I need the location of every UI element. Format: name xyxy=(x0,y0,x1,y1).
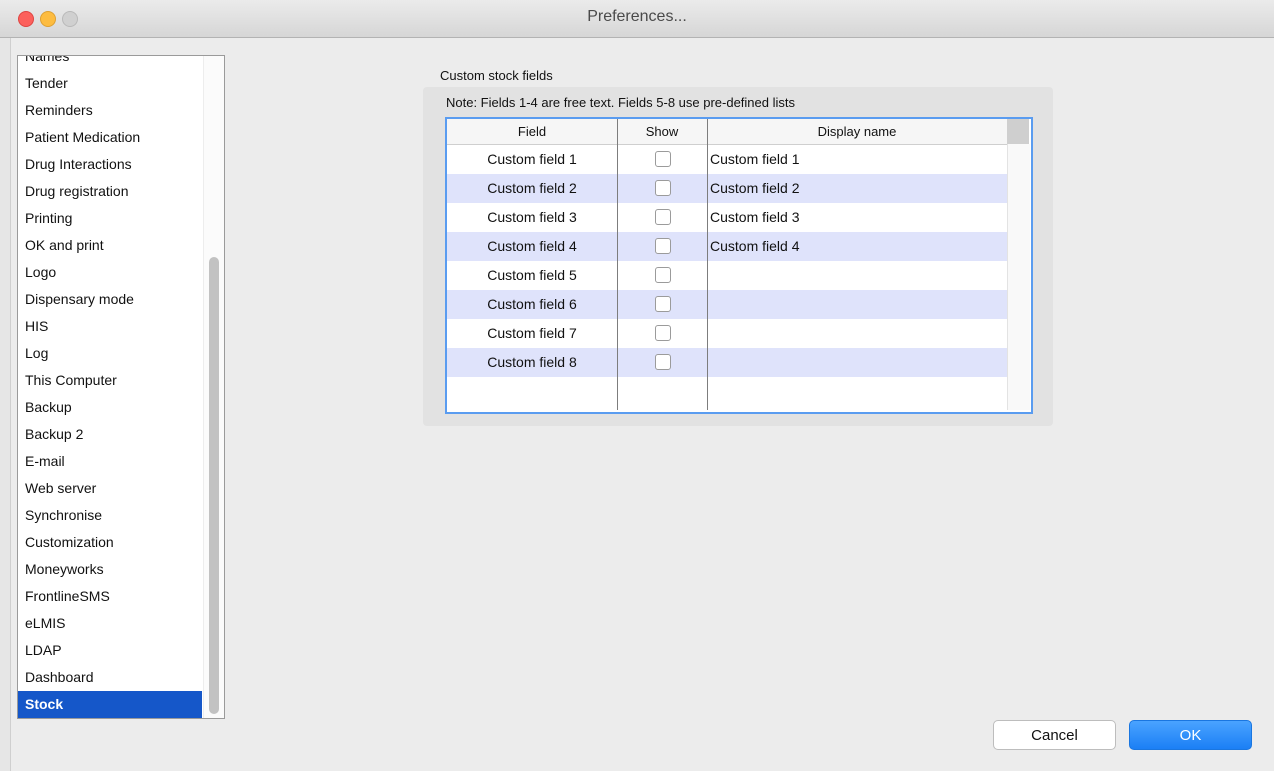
show-cell xyxy=(618,174,706,203)
table-row[interactable]: Custom field 8 xyxy=(447,348,1007,377)
sidebar-item-synchronise[interactable]: Synchronise xyxy=(18,502,202,529)
column-header-field[interactable]: Field xyxy=(447,119,617,144)
sidebar-item-dashboard[interactable]: Dashboard xyxy=(18,664,202,691)
sidebar-item-customization[interactable]: Customization xyxy=(18,529,202,556)
sidebar-item-printing[interactable]: Printing xyxy=(18,205,202,232)
field-cell: Custom field 8 xyxy=(487,354,577,370)
table-row[interactable]: Custom field 6 xyxy=(447,290,1007,319)
sidebar-item-backup[interactable]: Backup xyxy=(18,394,202,421)
window-title: Preferences... xyxy=(587,8,687,25)
sidebar-item-names[interactable]: Names xyxy=(18,56,202,70)
sidebar-item-ldap[interactable]: LDAP xyxy=(18,637,202,664)
title-bar[interactable]: Preferences... xyxy=(0,0,1274,38)
display-name-cell[interactable]: Custom field 4 xyxy=(710,232,1006,261)
sidebar-items: Names Tender Reminders Patient Medication Dr… xyxy=(18,56,202,718)
table-row[interactable]: Custom field 3 Custom field 3 xyxy=(447,203,1007,232)
display-name-cell[interactable] xyxy=(710,348,1006,377)
column-divider xyxy=(707,119,708,410)
sidebar-item-web-server[interactable]: Web server xyxy=(18,475,202,502)
sidebar-item-frontlinesms[interactable]: FrontlineSMS xyxy=(18,583,202,610)
fields-note: Note: Fields 1-4 are free text. Fields 5… xyxy=(446,95,795,110)
sidebar-item-drug-registration[interactable]: Drug registration xyxy=(18,178,202,205)
sidebar-item-ok-and-print[interactable]: OK and print xyxy=(18,232,202,259)
table-row[interactable]: Custom field 1 Custom field 1 xyxy=(447,145,1007,174)
display-name-cell[interactable]: Custom field 2 xyxy=(710,174,1006,203)
show-checkbox[interactable] xyxy=(655,325,671,341)
table-row[interactable] xyxy=(447,377,1007,406)
column-divider xyxy=(617,119,618,410)
table-row[interactable]: Custom field 7 xyxy=(447,319,1007,348)
field-cell: Custom field 2 xyxy=(487,180,577,196)
sidebar-item-logo[interactable]: Logo xyxy=(18,259,202,286)
field-cell: Custom field 7 xyxy=(487,325,577,341)
show-checkbox[interactable] xyxy=(655,296,671,312)
table-row[interactable]: Custom field 2 Custom field 2 xyxy=(447,174,1007,203)
field-cell: Custom field 1 xyxy=(487,151,577,167)
field-cell: Custom field 6 xyxy=(487,296,577,312)
column-header-display-name[interactable]: Display name xyxy=(707,119,1007,144)
sidebar-item-tender[interactable]: Tender xyxy=(18,70,202,97)
show-checkbox[interactable] xyxy=(655,238,671,254)
show-cell xyxy=(618,319,706,348)
show-checkbox[interactable] xyxy=(655,267,671,283)
custom-stock-fields-label: Custom stock fields xyxy=(440,68,553,83)
display-name-cell[interactable]: Custom field 3 xyxy=(710,203,1006,232)
show-checkbox[interactable] xyxy=(655,151,671,167)
table-body: Custom field 1 Custom field 1 Custom field… xyxy=(447,145,1007,406)
show-cell xyxy=(618,145,706,174)
table-row[interactable]: Custom field 5 xyxy=(447,261,1007,290)
sidebar-item-this-computer[interactable]: This Computer xyxy=(18,367,202,394)
sidebar-item-moneyworks[interactable]: Moneyworks xyxy=(18,556,202,583)
show-checkbox[interactable] xyxy=(655,354,671,370)
field-cell: Custom field 5 xyxy=(487,267,577,283)
table-row[interactable]: Custom field 4 Custom field 4 xyxy=(447,232,1007,261)
window-left-edge xyxy=(0,38,11,771)
field-cell: Custom field 4 xyxy=(487,238,577,254)
preferences-category-list[interactable]: Names Tender Reminders Patient Medication Dr… xyxy=(17,55,225,719)
table-header-corner xyxy=(1007,119,1029,144)
show-checkbox[interactable] xyxy=(655,180,671,196)
show-cell xyxy=(618,261,706,290)
sidebar-scrollbar[interactable] xyxy=(203,56,224,718)
sidebar-scroll-thumb[interactable] xyxy=(209,257,219,714)
field-cell: Custom field 3 xyxy=(487,209,577,225)
show-cell xyxy=(618,348,706,377)
preferences-window: Preferences... Names Tender Reminders Patie… xyxy=(0,0,1274,771)
column-header-show[interactable]: Show xyxy=(618,119,706,144)
cancel-button[interactable]: Cancel xyxy=(993,720,1116,750)
sidebar-item-patient-medication[interactable]: Patient Medication xyxy=(18,124,202,151)
sidebar-item-dispensary-mode[interactable]: Dispensary mode xyxy=(18,286,202,313)
sidebar-item-his[interactable]: HIS xyxy=(18,313,202,340)
show-checkbox[interactable] xyxy=(655,209,671,225)
sidebar-item-backup-2[interactable]: Backup 2 xyxy=(18,421,202,448)
sidebar-item-log[interactable]: Log xyxy=(18,340,202,367)
sidebar-item-e-mail[interactable]: E-mail xyxy=(18,448,202,475)
table-scrollbar[interactable] xyxy=(1007,144,1030,410)
display-name-cell[interactable]: Custom field 1 xyxy=(710,145,1006,174)
sidebar-item-stock[interactable]: Stock xyxy=(18,691,202,718)
display-name-cell[interactable] xyxy=(710,319,1006,348)
sidebar-item-reminders[interactable]: Reminders xyxy=(18,97,202,124)
ok-button[interactable]: OK xyxy=(1129,720,1252,750)
sidebar-item-elmis[interactable]: eLMIS xyxy=(18,610,202,637)
show-cell xyxy=(618,232,706,261)
custom-fields-table[interactable]: Field Show Display name Custom field 1 Cu… xyxy=(445,117,1033,414)
show-cell xyxy=(618,203,706,232)
table-header: Field Show Display name xyxy=(447,119,1007,145)
display-name-cell[interactable] xyxy=(710,261,1006,290)
show-cell xyxy=(618,290,706,319)
display-name-cell[interactable] xyxy=(710,290,1006,319)
sidebar-item-drug-interactions[interactable]: Drug Interactions xyxy=(18,151,202,178)
